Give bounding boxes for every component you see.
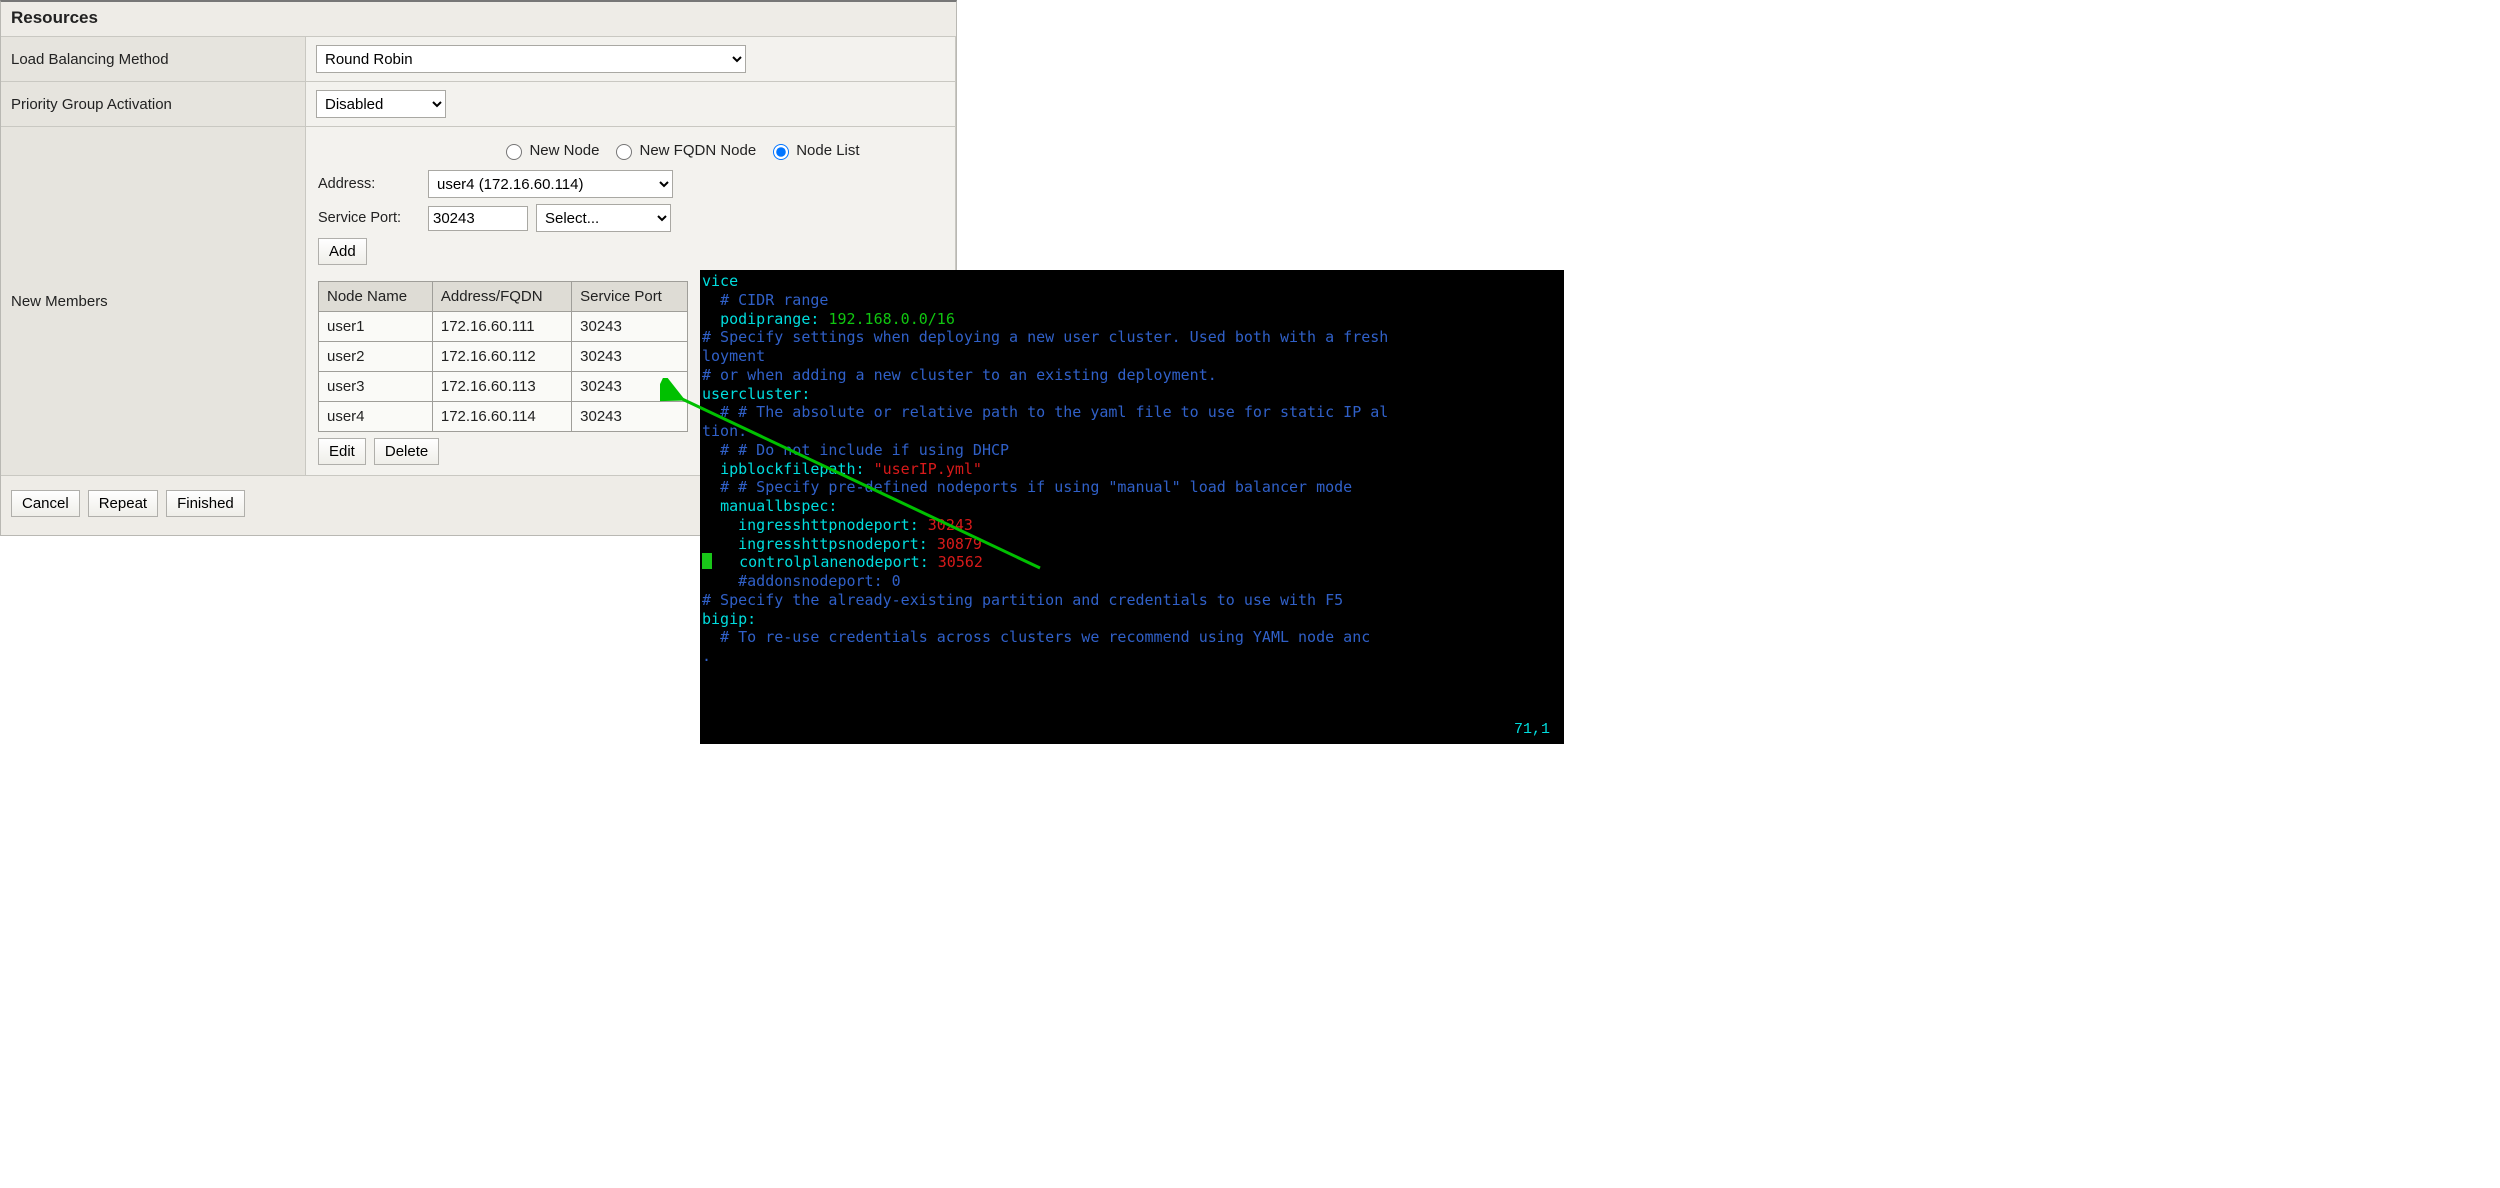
terminal-cursor-block bbox=[702, 553, 712, 569]
radio-new-node-label: New Node bbox=[529, 142, 599, 159]
terminal-content: vice # CIDR range podiprange: 192.168.0.… bbox=[702, 272, 1562, 666]
radio-new-fqdn[interactable]: New FQDN Node bbox=[611, 141, 756, 160]
radio-new-node[interactable]: New Node bbox=[501, 141, 599, 160]
service-port-proto-select[interactable]: Select... bbox=[536, 204, 671, 232]
cell-port: 30243 bbox=[572, 312, 688, 342]
page-title: Resources bbox=[1, 2, 956, 36]
priority-group-label: Priority Group Activation bbox=[1, 81, 306, 126]
cell-port: 30243 bbox=[572, 402, 688, 432]
cell-port: 30243 bbox=[572, 372, 688, 402]
col-address: Address/FQDN bbox=[432, 282, 571, 312]
col-service-port: Service Port bbox=[572, 282, 688, 312]
finished-button[interactable]: Finished bbox=[166, 490, 245, 517]
cell-name: user4 bbox=[319, 402, 433, 432]
table-row[interactable]: user1172.16.60.11130243 bbox=[319, 312, 688, 342]
priority-group-select[interactable]: Disabled bbox=[316, 90, 446, 118]
col-node-name: Node Name bbox=[319, 282, 433, 312]
address-label: Address: bbox=[318, 176, 420, 192]
edit-button[interactable]: Edit bbox=[318, 438, 366, 465]
cell-name: user1 bbox=[319, 312, 433, 342]
lb-method-select[interactable]: Round Robin bbox=[316, 45, 746, 73]
address-select[interactable]: user4 (172.16.60.114) bbox=[428, 170, 673, 198]
lb-method-label: Load Balancing Method bbox=[1, 36, 306, 81]
cell-addr: 172.16.60.113 bbox=[432, 372, 571, 402]
new-members-label: New Members bbox=[1, 126, 306, 475]
terminal-window: vice # CIDR range podiprange: 192.168.0.… bbox=[700, 270, 1564, 744]
service-port-label: Service Port: bbox=[318, 210, 420, 226]
table-row[interactable]: user4172.16.60.11430243 bbox=[319, 402, 688, 432]
terminal-cursor-position: 71,1 bbox=[1514, 721, 1550, 738]
cell-addr: 172.16.60.112 bbox=[432, 342, 571, 372]
cell-port: 30243 bbox=[572, 342, 688, 372]
cancel-button[interactable]: Cancel bbox=[11, 490, 80, 517]
table-row[interactable]: user3172.16.60.11330243 bbox=[319, 372, 688, 402]
cell-addr: 172.16.60.111 bbox=[432, 312, 571, 342]
table-row[interactable]: user2172.16.60.11230243 bbox=[319, 342, 688, 372]
cell-addr: 172.16.60.114 bbox=[432, 402, 571, 432]
add-button[interactable]: Add bbox=[318, 238, 367, 265]
node-source-radio-group: New Node New FQDN Node Node List bbox=[318, 137, 943, 168]
radio-node-list-label: Node List bbox=[796, 142, 859, 159]
repeat-button[interactable]: Repeat bbox=[88, 490, 158, 517]
cell-name: user2 bbox=[319, 342, 433, 372]
radio-new-fqdn-label: New FQDN Node bbox=[639, 142, 756, 159]
delete-button[interactable]: Delete bbox=[374, 438, 439, 465]
members-table: Node Name Address/FQDN Service Port user… bbox=[318, 281, 688, 432]
cell-name: user3 bbox=[319, 372, 433, 402]
service-port-input[interactable] bbox=[428, 206, 528, 231]
radio-node-list[interactable]: Node List bbox=[768, 141, 859, 160]
